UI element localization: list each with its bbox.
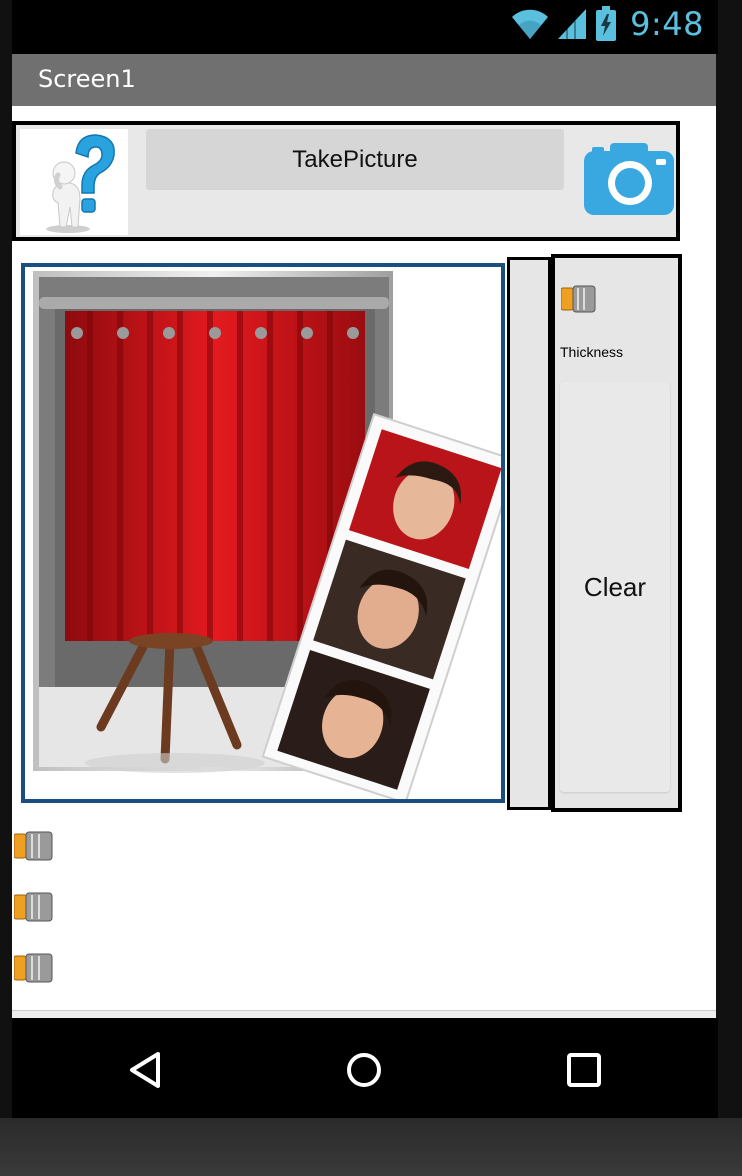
- drawing-canvas[interactable]: [19, 259, 509, 807]
- app-title-bar: Screen1: [12, 54, 716, 106]
- slider-1[interactable]: [14, 830, 54, 862]
- android-device: 9:48 Screen1 TakePicture Thickness Clear: [0, 0, 742, 1176]
- navigation-bar: [12, 1018, 718, 1118]
- back-icon[interactable]: [124, 1048, 168, 1092]
- photo-booth-image: [25, 267, 501, 799]
- status-bar: 9:48: [12, 0, 718, 54]
- screen-title: Screen1: [38, 65, 136, 93]
- wifi-icon: [512, 9, 549, 39]
- clear-button[interactable]: Clear: [560, 382, 670, 792]
- top-arrangement: TakePicture: [12, 121, 680, 241]
- signal-icon: [558, 9, 587, 39]
- status-time: 9:48: [630, 5, 704, 43]
- help-person-question-mark-icon[interactable]: [20, 129, 128, 235]
- home-icon[interactable]: [342, 1048, 386, 1092]
- take-picture-button[interactable]: TakePicture: [146, 129, 564, 190]
- device-bottom-frame: [0, 1118, 742, 1176]
- screen-bottom-edge: [12, 1010, 716, 1018]
- camera-icon: [584, 143, 674, 215]
- battery-charging-icon: [596, 6, 617, 41]
- camera-button[interactable]: [584, 137, 674, 219]
- right-arrangement: Thickness Clear: [551, 254, 682, 812]
- status-icons: 9:48: [510, 4, 704, 44]
- recents-icon[interactable]: [562, 1048, 606, 1092]
- slider-3[interactable]: [14, 952, 54, 984]
- vertical-spacer: [507, 257, 551, 810]
- slider-2[interactable]: [14, 891, 54, 923]
- thickness-slider[interactable]: [561, 284, 597, 314]
- canvas-border: [21, 263, 505, 803]
- thickness-label: Thickness: [560, 344, 624, 360]
